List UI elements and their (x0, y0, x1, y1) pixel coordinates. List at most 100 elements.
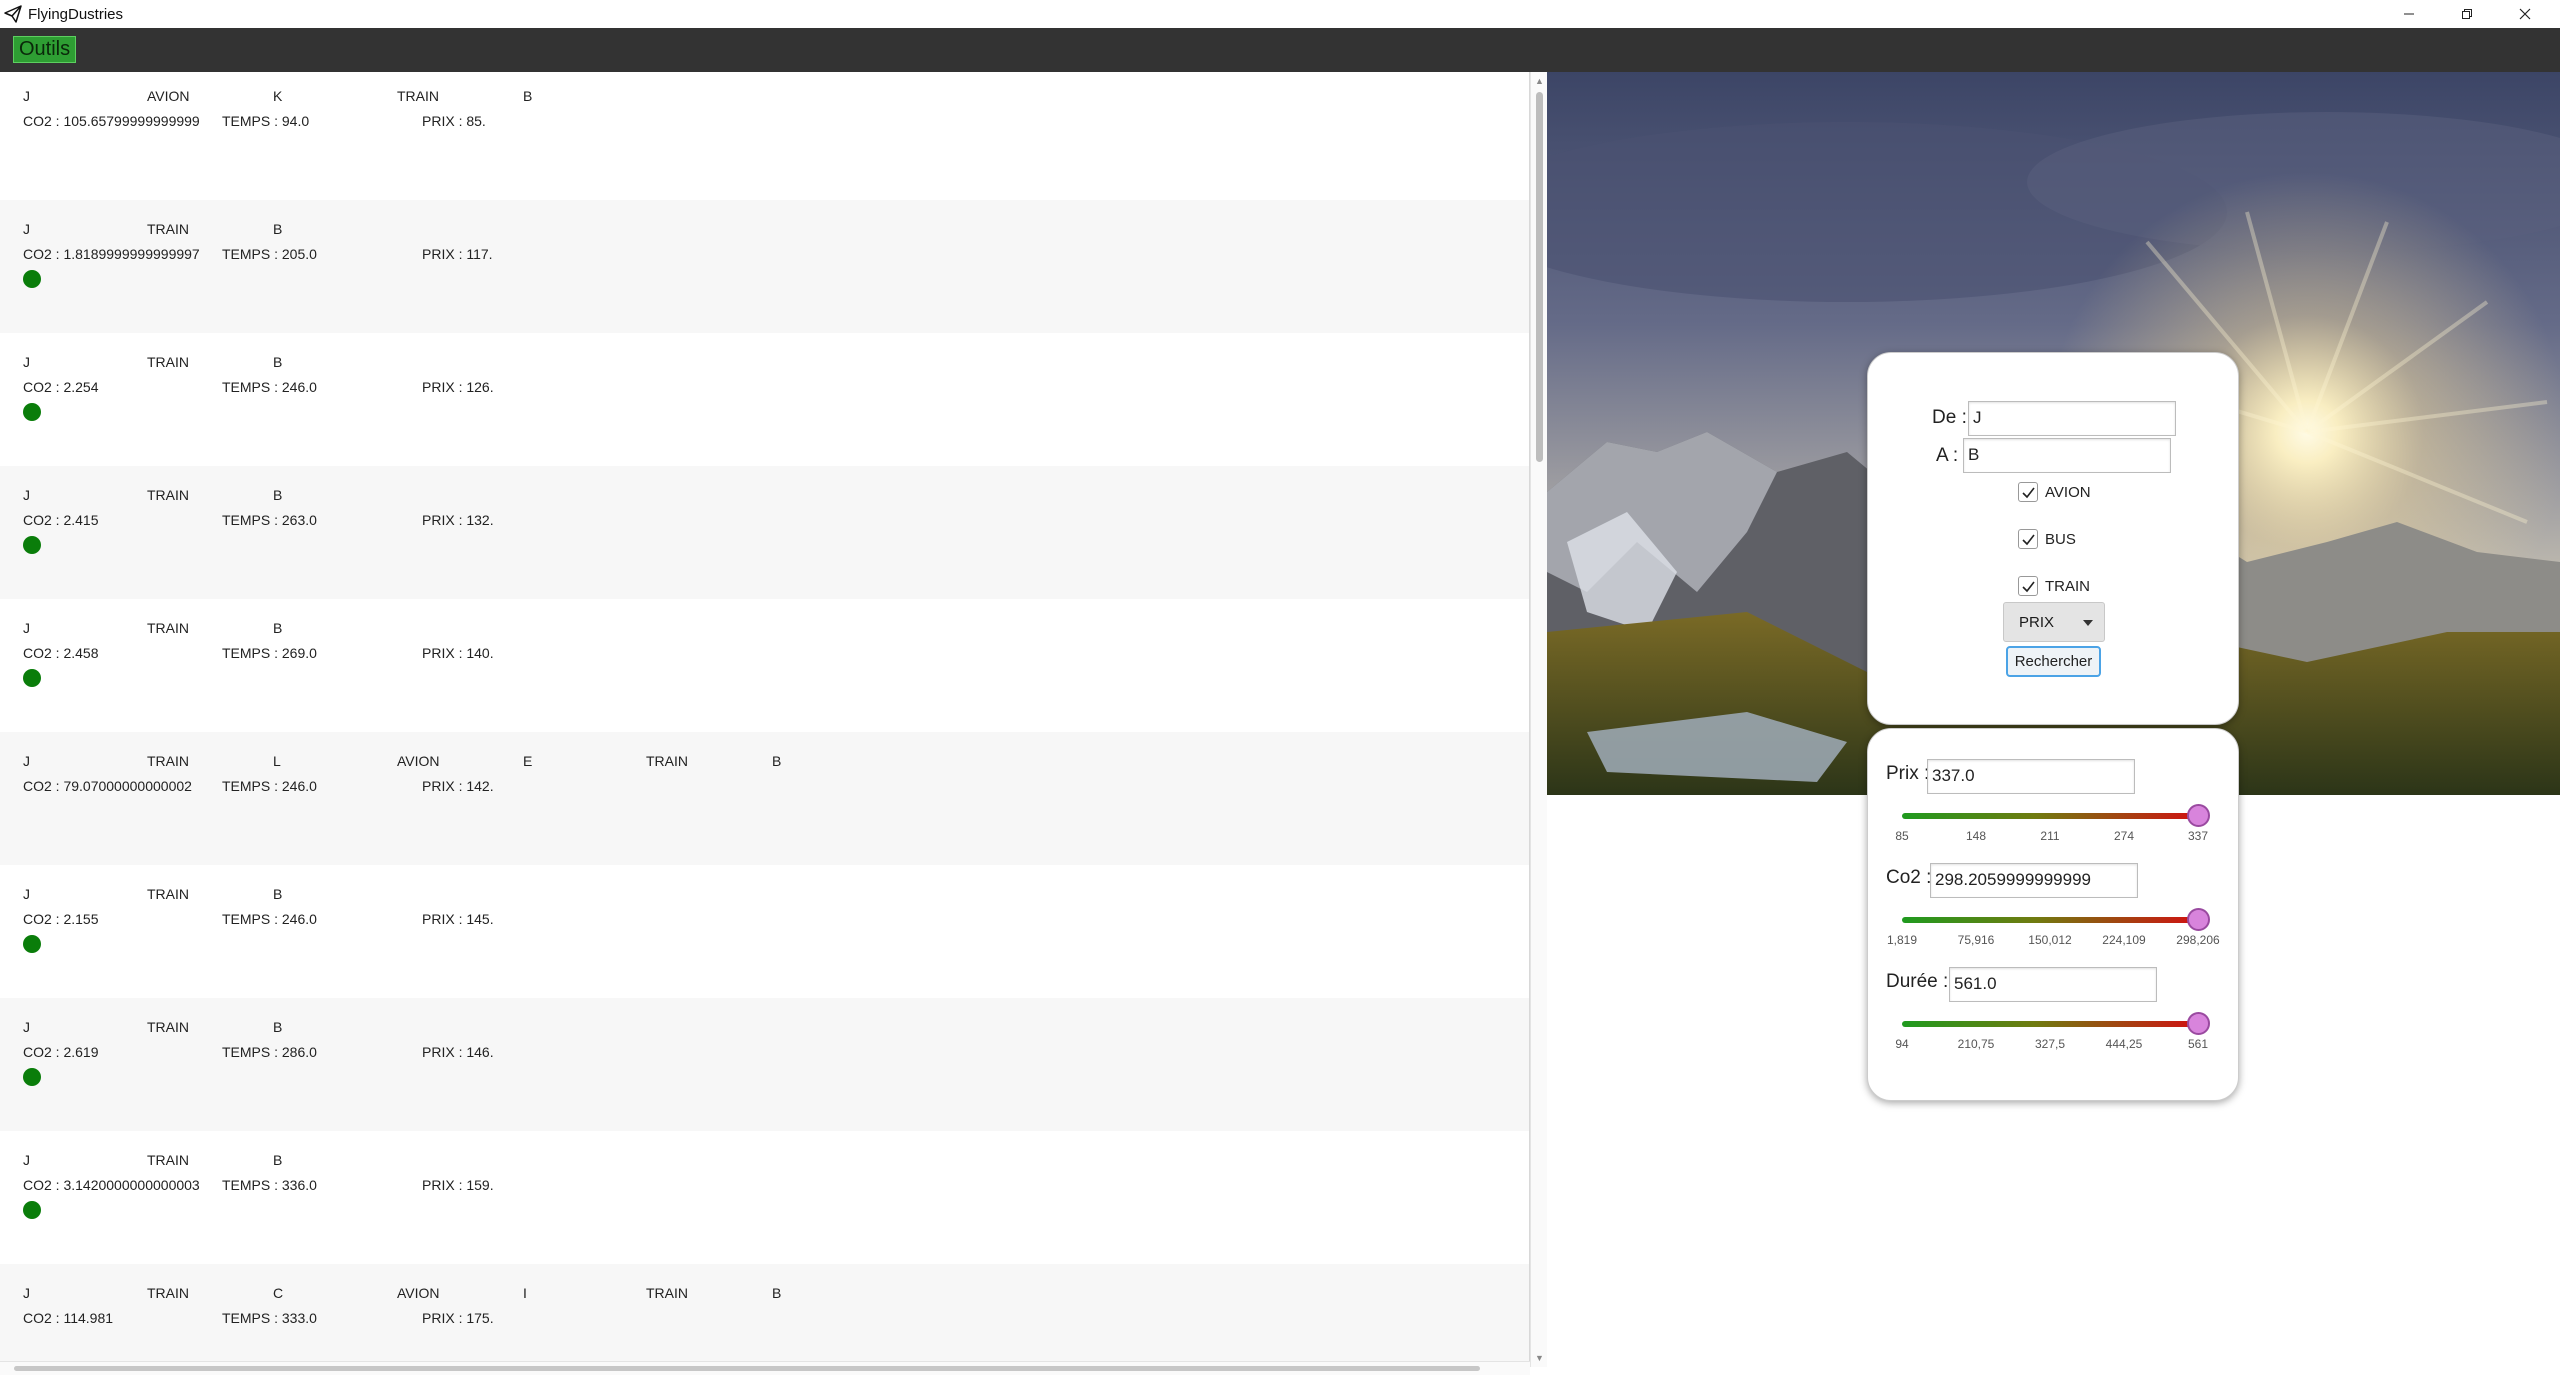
duree-slider[interactable] (1902, 1011, 2210, 1039)
avion-checkbox[interactable] (2018, 482, 2038, 502)
route-segment: L (273, 753, 281, 769)
scroll-down-icon[interactable]: ▼ (1535, 1353, 1544, 1363)
duree-slider-track[interactable] (1902, 1021, 2198, 1027)
minimize-icon (2404, 13, 2414, 15)
slider-tick-label: 274 (2113, 829, 2135, 843)
close-button[interactable] (2496, 0, 2554, 28)
duree-input[interactable]: 561.0 (1949, 967, 2157, 1002)
prix-value: PRIX : 85. (422, 113, 486, 129)
route-segment: J (23, 886, 30, 902)
eco-indicator-dot (23, 536, 41, 554)
list-item[interactable]: J TRAIN B CO2 : 2.254 TEMPS : 246.0 PRIX : 12… (0, 333, 1529, 466)
co2-value: CO2 : 3.1420000000000003 (23, 1177, 200, 1193)
co2-value: CO2 : 2.458 (23, 645, 99, 661)
prix-slider-track[interactable] (1902, 813, 2198, 819)
duree-slider-thumb[interactable] (2187, 1012, 2210, 1035)
co2-label: Co2 : (1886, 867, 1932, 888)
outils-menu-button[interactable]: Outils (13, 36, 77, 63)
vertical-scrollbar[interactable]: ▲ ▼ (1530, 72, 1547, 1367)
checkmark-icon (2022, 487, 2035, 499)
search-panel: De : J A : B AVION BUS TRAIN PRIX Recher… (1867, 352, 2239, 725)
route-segment: AVION (147, 88, 190, 104)
temps-value: TEMPS : 246.0 (222, 379, 317, 395)
route-segment: C (273, 1285, 284, 1301)
horizontal-scrollbar[interactable] (0, 1361, 1530, 1375)
route-segment: TRAIN (147, 620, 189, 636)
a-input[interactable]: B (1963, 438, 2171, 473)
route-segment: J (23, 221, 30, 237)
co2-value: CO2 : 2.254 (23, 379, 99, 395)
slider-tick-label: 211 (2040, 829, 2060, 843)
route-segment: TRAIN (147, 221, 189, 237)
eco-indicator-dot (23, 403, 41, 421)
slider-tick-label: 298,206 (2176, 933, 2220, 947)
temps-value: TEMPS : 286.0 (222, 1044, 317, 1060)
slider-tick-label: 327,5 (2034, 1037, 2066, 1051)
route-segment: J (23, 1152, 30, 1168)
co2-value: CO2 : 2.619 (23, 1044, 99, 1060)
slider-tick-label: 150,012 (2028, 933, 2072, 947)
prix-input[interactable]: 337.0 (1927, 759, 2135, 794)
horizontal-scroll-thumb[interactable] (14, 1366, 1480, 1371)
slider-tick-label: 210,75 (1957, 1037, 1995, 1051)
temps-value: TEMPS : 263.0 (222, 512, 317, 528)
checkmark-icon (2022, 581, 2035, 593)
list-item[interactable]: J TRAIN B CO2 : 2.458 TEMPS : 269.0 PRIX : 14… (0, 599, 1529, 732)
prix-value: PRIX : 145. (422, 911, 494, 927)
slider-tick-label: 75,916 (1957, 933, 1995, 947)
sort-value: PRIX (2019, 614, 2055, 631)
route-segment: B (273, 1019, 283, 1035)
list-item[interactable]: J TRAIN B CO2 : 2.619 TEMPS : 286.0 PRIX : 14… (0, 998, 1529, 1131)
prix-value: PRIX : 117. (422, 246, 493, 262)
route-segment: B (273, 221, 283, 237)
window-title: FlyingDustries (28, 5, 124, 23)
prix-value: PRIX : 175. (422, 1310, 494, 1326)
slider-tick-label: 85 (1895, 829, 1909, 843)
close-icon (2519, 8, 2531, 20)
slider-tick-label: 337 (2187, 829, 2209, 843)
duree-ticks: 94 210,75 327,5 444,25 561 (1895, 1037, 2208, 1053)
sort-dropdown[interactable]: PRIX (2003, 602, 2105, 642)
route-segment: B (273, 1152, 283, 1168)
route-segment: TRAIN (646, 1285, 688, 1301)
prix-value: PRIX : 142. (422, 778, 494, 794)
de-input[interactable]: J (1968, 401, 2176, 436)
list-item[interactable]: J TRAIN C AVION I TRAIN B CO2 : 114.981 TEMPS : … (0, 1264, 1529, 1367)
co2-value: CO2 : 105.65799999999999 (23, 113, 200, 129)
slider-tick-label: 224,109 (2102, 933, 2146, 947)
slider-tick-label: 148 (1965, 829, 1987, 843)
prix-slider[interactable] (1902, 803, 2210, 831)
bus-checkbox[interactable] (2018, 529, 2038, 549)
route-segment: J (23, 487, 30, 503)
results-list[interactable]: J AVION K TRAIN B CO2 : 105.65799999999999 TEM… (0, 72, 1530, 1367)
checkmark-icon (2022, 534, 2035, 546)
duree-label: Durée : (1886, 971, 1949, 992)
search-button[interactable]: Rechercher (2006, 646, 2101, 677)
train-label: TRAIN (2045, 578, 2090, 595)
restore-button[interactable] (2438, 0, 2496, 28)
slider-tick-label: 1,819 (1886, 933, 1918, 947)
list-item[interactable]: J AVION K TRAIN B CO2 : 105.65799999999999 TEM… (0, 72, 1529, 200)
co2-value: CO2 : 114.981 (23, 1310, 114, 1326)
list-item[interactable]: J TRAIN B CO2 : 3.1420000000000003 TEMPS : 3… (0, 1131, 1529, 1264)
co2-ticks: 1,819 75,916 150,012 224,109 298,206 (1887, 933, 2220, 949)
scroll-thumb[interactable] (1536, 92, 1543, 462)
co2-slider-track[interactable] (1902, 917, 2198, 923)
list-item[interactable]: J TRAIN B CO2 : 1.8189999999999997 TEMPS : 2… (0, 200, 1529, 333)
list-item[interactable]: J TRAIN B CO2 : 2.415 TEMPS : 263.0 PRIX : 13… (0, 466, 1529, 599)
co2-input[interactable]: 298.2059999999999 (1930, 863, 2138, 898)
co2-slider[interactable] (1902, 907, 2210, 935)
route-segment: J (23, 753, 30, 769)
prix-slider-thumb[interactable] (2187, 804, 2210, 827)
eco-indicator-dot (23, 270, 41, 288)
temps-value: TEMPS : 269.0 (222, 645, 317, 661)
scroll-up-icon[interactable]: ▲ (1535, 76, 1544, 86)
co2-value: CO2 : 2.155 (23, 911, 99, 927)
list-item[interactable]: J TRAIN B CO2 : 2.155 TEMPS : 246.0 PRIX : 14… (0, 865, 1529, 998)
minimize-button[interactable] (2380, 0, 2438, 28)
restore-icon (2462, 9, 2472, 19)
list-item[interactable]: J TRAIN L AVION E TRAIN B CO2 : 79.070000000000… (0, 732, 1529, 865)
train-checkbox[interactable] (2018, 576, 2038, 596)
co2-value: CO2 : 1.8189999999999997 (23, 246, 200, 262)
co2-slider-thumb[interactable] (2187, 908, 2210, 931)
